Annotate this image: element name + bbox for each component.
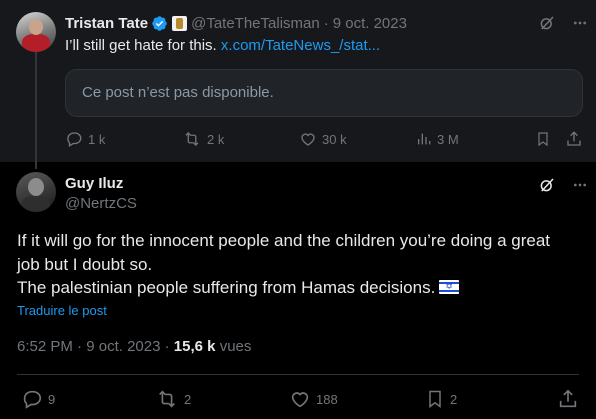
views-count: 15,6 k — [173, 338, 216, 355]
reply-button[interactable]: 9 — [21, 388, 55, 410]
like-button[interactable]: 30 k — [299, 130, 347, 148]
post-text-body: I’ll still get hate for this. — [65, 37, 217, 54]
reply-icon — [65, 130, 83, 148]
bookmark-icon — [535, 130, 551, 148]
verified-badge-icon — [151, 15, 168, 32]
grok-icon[interactable] — [538, 176, 556, 194]
separator: · — [323, 14, 329, 32]
avatar[interactable] — [16, 12, 56, 52]
reply-button[interactable]: 1 k — [65, 130, 105, 148]
separator: · — [77, 338, 83, 355]
israel-flag-emoji — [439, 280, 460, 294]
like-button[interactable]: 188 — [289, 388, 338, 410]
divider — [17, 374, 579, 375]
repost-button[interactable]: 2 k — [182, 130, 224, 148]
share-button[interactable] — [565, 130, 583, 148]
unavailable-notice: Ce post n’est pas disponible. — [82, 84, 274, 101]
avatar[interactable] — [16, 172, 56, 212]
unavailable-quote-card: Ce post n’est pas disponible. — [65, 69, 583, 117]
post-time[interactable]: 6:52 PM — [17, 338, 73, 355]
repost-icon — [182, 130, 202, 148]
post-link[interactable]: x.com/TateNews_/stat... — [221, 37, 380, 54]
parent-tweet[interactable]: Tristan Tate @TateTheTalisman · 9 oct. 2… — [0, 0, 596, 169]
post-meta: 6:52 PM · 9 oct. 2023 · 15,6 k vues — [17, 338, 251, 355]
grok-icon[interactable] — [538, 14, 556, 32]
author-handle[interactable]: @TateTheTalisman — [191, 15, 320, 32]
like-count: 30 k — [322, 131, 347, 147]
share-icon — [565, 130, 583, 148]
bookmark-button[interactable]: 2 — [425, 388, 457, 410]
reply-icon — [21, 388, 43, 410]
bookmark-count: 2 — [450, 391, 458, 407]
separator: · — [164, 338, 170, 355]
author-name-wrap: Guy Iluz — [65, 175, 123, 192]
like-count: 188 — [316, 391, 338, 407]
author-name[interactable]: Tristan Tate — [65, 15, 148, 32]
author-handle[interactable]: @NertzCS — [65, 195, 137, 212]
share-icon — [557, 388, 579, 410]
reply-text-line: job but I doubt so. — [17, 254, 153, 274]
reply-count: 9 — [48, 391, 56, 407]
views-label: vues — [219, 338, 252, 355]
heart-icon — [299, 130, 317, 148]
reply-text-line: The palestinian people suffering from Ha… — [17, 278, 436, 297]
reply-text: If it will go for the innocent people an… — [17, 229, 550, 300]
translate-link[interactable]: Traduire le post — [17, 303, 107, 318]
repost-count: 2 — [184, 391, 192, 407]
repost-button[interactable]: 2 — [155, 388, 191, 410]
thread-line — [35, 47, 37, 169]
parent-tweet-header: Tristan Tate @TateTheTalisman · 9 oct. 2… — [65, 13, 407, 33]
bookmark-icon — [425, 388, 445, 410]
post-date[interactable]: 9 oct. 2023 — [333, 15, 407, 32]
post-date[interactable]: 9 oct. 2023 — [86, 338, 160, 355]
affiliate-badge-icon[interactable] — [172, 15, 188, 31]
reply-text-line: If it will go for the innocent people an… — [17, 231, 551, 250]
views-count: 3 M — [437, 131, 459, 147]
parent-action-bar: 1 k 2 k 30 k 3 M — [65, 130, 583, 150]
reply-top-actions — [538, 176, 588, 194]
repost-count: 2 k — [207, 131, 225, 147]
repost-icon — [155, 388, 179, 410]
heart-icon — [289, 388, 311, 410]
more-icon[interactable] — [572, 177, 588, 193]
share-button[interactable] — [557, 388, 579, 410]
parent-top-actions — [538, 14, 588, 32]
reply-action-bar: 9 2 188 2 — [17, 388, 582, 410]
views-button[interactable]: 3 M — [416, 130, 459, 148]
more-icon[interactable] — [572, 15, 588, 31]
post-text: I’ll still get hate for this. x.com/Tate… — [65, 37, 380, 54]
analytics-icon — [416, 130, 432, 148]
bookmark-button[interactable] — [535, 130, 551, 148]
reply-count: 1 k — [88, 131, 106, 147]
author-name[interactable]: Guy Iluz — [65, 175, 123, 192]
